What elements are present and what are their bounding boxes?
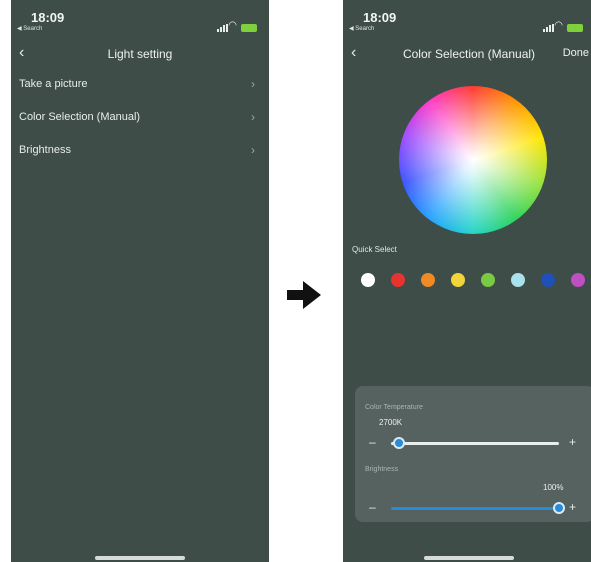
menu-item-label: Take a picture	[19, 78, 88, 90]
quick-select-swatch[interactable]	[361, 273, 375, 287]
menu-item-take-picture[interactable]: Take a picture ›	[11, 76, 269, 96]
page-title: Color Selection (Manual)	[402, 47, 536, 61]
home-indicator	[424, 556, 514, 560]
brightness-minus-button[interactable]: –	[369, 500, 376, 514]
menu-item-brightness[interactable]: Brightness ›	[11, 142, 269, 162]
home-indicator	[95, 556, 185, 560]
back-to-app-link[interactable]: ◀ Search	[349, 25, 374, 32]
color-temperature-plus-button[interactable]: +	[569, 435, 576, 449]
brightness-plus-button[interactable]: +	[569, 500, 576, 514]
quick-select-swatches	[361, 273, 591, 287]
navigation-bar: ‹ Color Selection (Manual) Done	[343, 44, 591, 66]
wifi-icon: ◠	[228, 20, 237, 31]
menu-item-label: Color Selection (Manual)	[19, 111, 141, 123]
quick-select-swatch[interactable]	[391, 273, 405, 287]
brightness-value: 100%	[543, 483, 564, 492]
signal-icon	[217, 24, 229, 32]
color-selection-screen: 18:09 ◀ Search ◠ ‹ Color Selection (Manu…	[343, 0, 591, 562]
chevron-right-icon: ›	[251, 77, 255, 91]
chevron-right-icon: ›	[251, 110, 255, 124]
color-temperature-slider-thumb[interactable]	[393, 437, 406, 449]
quick-select-swatch[interactable]	[571, 273, 585, 287]
status-time: 18:09	[363, 10, 397, 25]
done-button[interactable]: Done	[563, 47, 589, 59]
quick-select-swatch[interactable]	[541, 273, 555, 287]
color-temperature-minus-button[interactable]: –	[369, 435, 376, 449]
brightness-label: Brightness	[365, 466, 399, 473]
menu-item-label: Brightness	[19, 144, 71, 156]
status-bar: 18:09 ◀ Search ◠	[343, 8, 591, 38]
signal-icon	[543, 24, 555, 32]
light-setting-screen: 18:09 ◀ Search ◠ ‹ Light setting Take a …	[11, 0, 269, 562]
brightness-slider-thumb[interactable]	[553, 502, 565, 514]
color-temperature-slider[interactable]	[391, 437, 559, 449]
status-time: 18:09	[31, 10, 65, 25]
quick-select-label: Quick Select	[352, 245, 397, 254]
menu-item-color-selection[interactable]: Color Selection (Manual) ›	[11, 109, 269, 129]
quick-select-swatch[interactable]	[511, 273, 525, 287]
status-bar: 18:09 ◀ Search ◠	[11, 8, 269, 38]
color-temperature-label: Color Temperature	[365, 404, 423, 411]
back-to-app-link[interactable]: ◀ Search	[17, 25, 42, 32]
chevron-right-icon: ›	[251, 143, 255, 157]
color-temperature-value: 2700K	[379, 418, 403, 427]
right-arrow-icon	[287, 281, 321, 309]
quick-select-swatch[interactable]	[421, 273, 435, 287]
light-controls-panel: Color Temperature 2700K – + Brightness 1…	[355, 386, 591, 522]
page-title: Light setting	[107, 47, 173, 61]
brightness-slider[interactable]	[391, 502, 565, 514]
battery-icon	[241, 24, 257, 32]
quick-select-swatch[interactable]	[481, 273, 495, 287]
color-wheel[interactable]	[399, 86, 547, 234]
quick-select-swatch[interactable]	[451, 273, 465, 287]
wifi-icon: ◠	[554, 20, 563, 31]
navigation-bar: ‹ Light setting	[11, 44, 269, 66]
battery-icon	[567, 24, 583, 32]
